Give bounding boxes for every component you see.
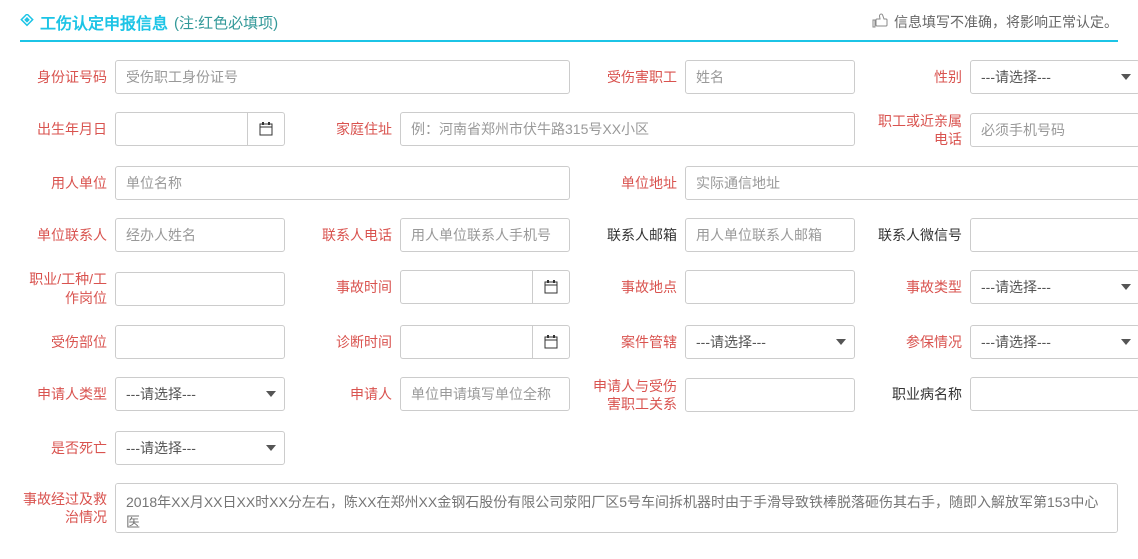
label-casejur: 案件管辖 [590, 333, 685, 351]
diamond-icon [20, 14, 34, 31]
calendar-icon [544, 280, 558, 294]
idcard-input[interactable] [115, 60, 570, 94]
label-occname: 职业病名称 [875, 385, 970, 403]
employer-input[interactable] [115, 166, 570, 200]
section-note: (注:红色必填项) [174, 12, 278, 33]
label-apprel: 申请人与受伤害职工关系 [590, 377, 685, 413]
occname-input[interactable] [970, 377, 1138, 411]
form-grid: 身份证号码 受伤害职工 性别 ---请选择--- 出生年月日 家庭住址 职工或近亲… [20, 60, 1118, 533]
accdesc-textarea[interactable] [115, 483, 1118, 533]
label-homeaddr: 家庭住址 [305, 120, 400, 138]
diagtime-calendar-button[interactable] [532, 325, 570, 359]
empcontact-input[interactable] [115, 218, 285, 252]
calendar-icon [259, 122, 273, 136]
homeaddr-input[interactable] [400, 112, 855, 146]
calendar-icon [544, 335, 558, 349]
label-apptype: 申请人类型 [20, 385, 115, 403]
contactphone-input[interactable] [400, 218, 570, 252]
gender-select[interactable]: ---请选择--- [970, 60, 1138, 94]
applicant-input[interactable] [400, 377, 570, 411]
label-contactwechat: 联系人微信号 [875, 226, 970, 244]
casejur-select[interactable]: ---请选择--- [685, 325, 855, 359]
apprel-input[interactable] [685, 378, 855, 412]
label-victim: 受伤害职工 [590, 68, 685, 86]
header-warning: 信息填写不准确，将影响正常认定。 [872, 12, 1118, 32]
acctype-select[interactable]: ---请选择--- [970, 270, 1138, 304]
empaddr-input[interactable] [685, 166, 1138, 200]
relphone-input[interactable] [970, 113, 1138, 147]
diagtime-input[interactable] [400, 325, 532, 359]
label-idcard: 身份证号码 [20, 68, 115, 86]
section-title: 工伤认定申报信息 [40, 10, 168, 34]
accplace-input[interactable] [685, 270, 855, 304]
label-employer: 用人单位 [20, 174, 115, 192]
job-input[interactable] [115, 272, 285, 306]
contactwechat-input[interactable] [970, 218, 1138, 252]
injurypart-input[interactable] [115, 325, 285, 359]
label-empcontact: 单位联系人 [20, 226, 115, 244]
contactemail-input[interactable] [685, 218, 855, 252]
victim-input[interactable] [685, 60, 855, 94]
label-empaddr: 单位地址 [590, 174, 685, 192]
label-isdeath: 是否死亡 [20, 439, 115, 457]
insure-select[interactable]: ---请选择--- [970, 325, 1138, 359]
label-accdesc: 事故经过及救治情况 [20, 490, 115, 526]
acctime-calendar-button[interactable] [532, 270, 570, 304]
label-applicant: 申请人 [305, 385, 400, 403]
label-birth: 出生年月日 [20, 120, 115, 138]
header-left: 工伤认定申报信息 (注:红色必填项) [20, 10, 278, 34]
label-contactemail: 联系人邮箱 [590, 226, 685, 244]
thumb-icon [872, 13, 888, 32]
label-injurypart: 受伤部位 [20, 333, 115, 351]
apptype-select[interactable]: ---请选择--- [115, 377, 285, 411]
label-diagtime: 诊断时间 [305, 333, 400, 351]
label-insure: 参保情况 [875, 333, 970, 351]
label-gender: 性别 [875, 68, 970, 86]
isdeath-select[interactable]: ---请选择--- [115, 431, 285, 465]
label-job: 职业/工种/工作岗位 [20, 270, 115, 306]
label-acctime: 事故时间 [305, 278, 400, 296]
label-acctype: 事故类型 [875, 278, 970, 296]
warning-text: 信息填写不准确，将影响正常认定。 [894, 12, 1118, 32]
birth-calendar-button[interactable] [247, 112, 285, 146]
label-contactphone: 联系人电话 [305, 226, 400, 244]
section-header: 工伤认定申报信息 (注:红色必填项) 信息填写不准确，将影响正常认定。 [20, 10, 1118, 42]
label-relphone: 职工或近亲属电话 [875, 112, 970, 148]
acctime-input[interactable] [400, 270, 532, 304]
label-accplace: 事故地点 [590, 278, 685, 296]
birth-input[interactable] [115, 112, 247, 146]
